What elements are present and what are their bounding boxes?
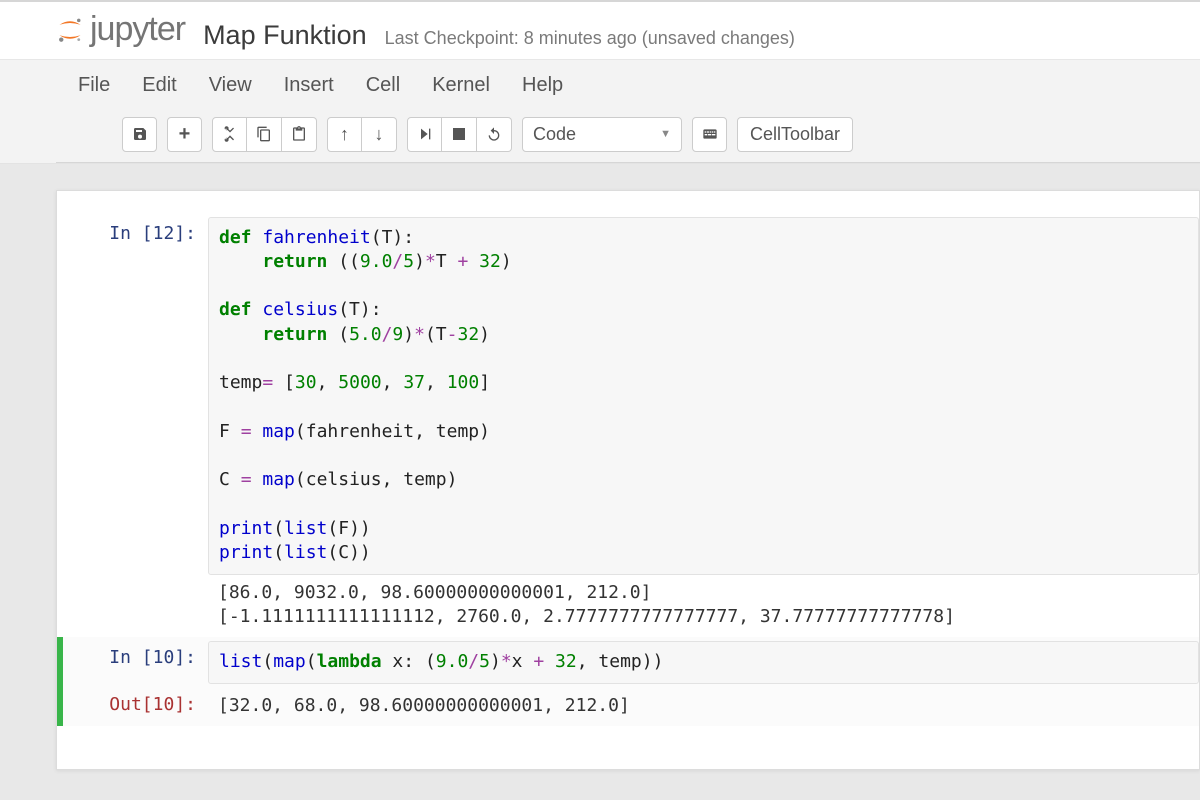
celltype-selected-value: Code [533, 124, 576, 145]
menu-help[interactable]: Help [522, 74, 563, 97]
copy-button[interactable] [247, 117, 282, 152]
copy-icon [256, 126, 272, 142]
notebook-container: In [12]: def fahrenheit(T): return ((9.0… [56, 190, 1200, 770]
cell-toolbar-label: CellToolbar [750, 124, 840, 145]
keyboard-icon [702, 126, 718, 142]
menu-file[interactable]: File [78, 74, 110, 97]
code-cell[interactable]: In [10]: list(map(lambda x: (9.0/5)*x + … [57, 637, 1199, 687]
move-down-button[interactable]: ↓ [362, 117, 397, 152]
interrupt-button[interactable] [442, 117, 477, 152]
menubar: File Edit View Insert Cell Kernel Help [56, 60, 1200, 111]
stop-icon [453, 128, 465, 140]
code-input-area[interactable]: def fahrenheit(T): return ((9.0/5)*T + 3… [208, 217, 1199, 575]
output-prompt: Out[10]: [63, 688, 208, 722]
arrow-down-icon: ↓ [375, 124, 384, 145]
jupyter-wordmark: jupyter [90, 10, 185, 49]
plus-icon: + [179, 123, 191, 146]
command-palette-button[interactable] [692, 117, 727, 152]
cell-body: def fahrenheit(T): return ((9.0/5)*T + 3… [208, 217, 1199, 634]
menubar-container: File Edit View Insert Cell Kernel Help + [0, 60, 1200, 164]
paste-icon [291, 126, 307, 142]
stdout-output: [86.0, 9032.0, 98.60000000000001, 212.0]… [208, 575, 1199, 634]
checkpoint-status: Last Checkpoint: 8 minutes ago (unsaved … [385, 28, 795, 49]
execute-result: [32.0, 68.0, 98.60000000000001, 212.0] [208, 688, 1199, 722]
save-icon [132, 126, 148, 142]
arrow-up-icon: ↑ [340, 124, 349, 145]
step-forward-icon [417, 126, 433, 142]
cell-toolbar-button[interactable]: CellToolbar [737, 117, 853, 152]
menu-cell[interactable]: Cell [366, 74, 400, 97]
output-row: Out[10]: [32.0, 68.0, 98.60000000000001,… [57, 688, 1199, 726]
move-up-button[interactable]: ↑ [327, 117, 362, 152]
notebook-title[interactable]: Map Funktion [203, 20, 367, 51]
input-prompt: In [10]: [63, 641, 208, 683]
cut-button[interactable] [212, 117, 247, 152]
save-button[interactable] [122, 117, 157, 152]
menu-kernel[interactable]: Kernel [432, 74, 490, 97]
notebook-header: jupyter Map Funktion Last Checkpoint: 8 … [0, 0, 1200, 60]
code-cell[interactable]: In [12]: def fahrenheit(T): return ((9.0… [57, 213, 1199, 638]
cell-body: [32.0, 68.0, 98.60000000000001, 212.0] [208, 688, 1199, 722]
restart-button[interactable] [477, 117, 512, 152]
add-cell-button[interactable]: + [167, 117, 202, 152]
menu-edit[interactable]: Edit [142, 74, 176, 97]
paste-button[interactable] [282, 117, 317, 152]
restart-icon [486, 126, 502, 142]
input-prompt: In [12]: [63, 217, 208, 634]
run-button[interactable] [407, 117, 442, 152]
toolbar: + ↑ ↓ [56, 111, 1200, 163]
menu-insert[interactable]: Insert [284, 74, 334, 97]
jupyter-logo[interactable]: jupyter [56, 10, 185, 49]
menu-view[interactable]: View [209, 74, 252, 97]
cell-body: list(map(lambda x: (9.0/5)*x + 32, temp)… [208, 641, 1199, 683]
jupyter-icon [56, 16, 84, 44]
code-input-area[interactable]: list(map(lambda x: (9.0/5)*x + 32, temp)… [208, 641, 1199, 683]
scissors-icon [222, 126, 238, 142]
celltype-select[interactable]: Code [522, 117, 682, 152]
